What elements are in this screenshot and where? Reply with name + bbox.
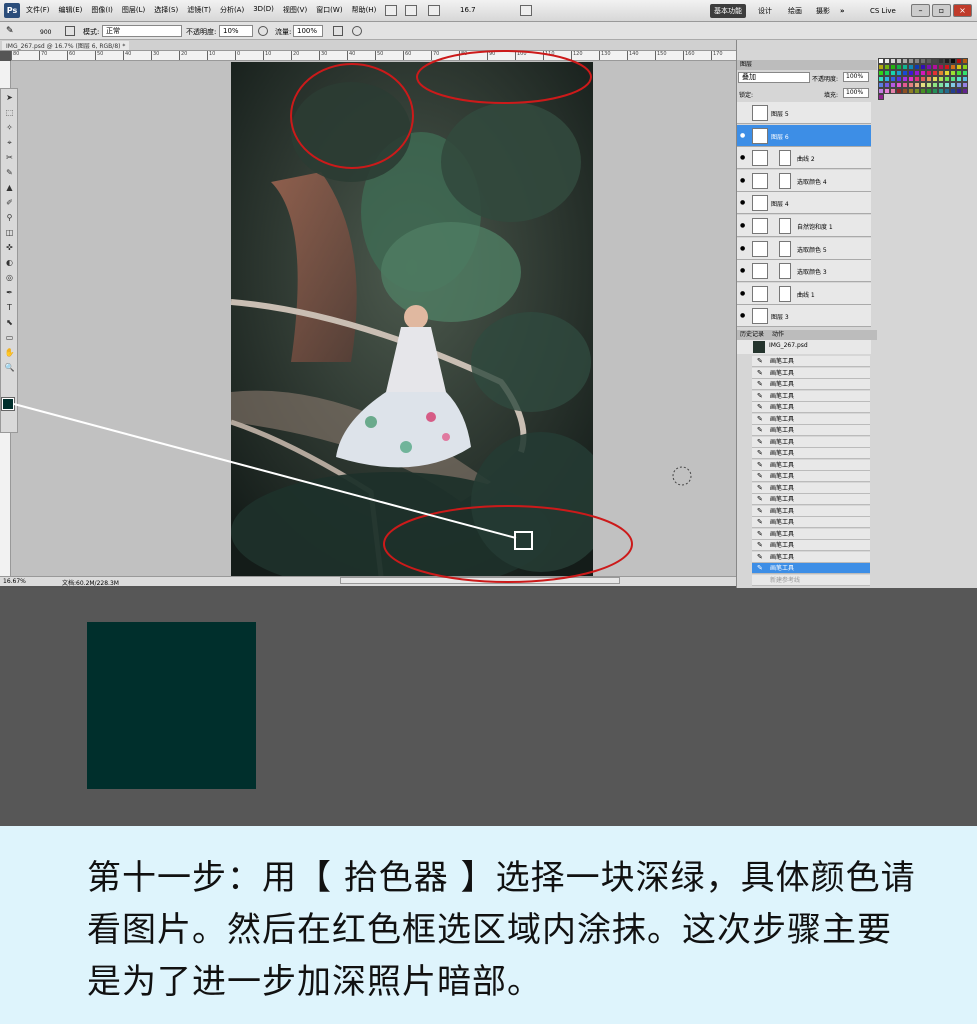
red-circle-top-right [416,50,592,104]
annotation-overlay [13,50,692,583]
sample-box [514,531,533,550]
pointer-line [13,403,517,539]
red-circle-top-left [290,63,414,169]
caption-text: 第十一步：用【 拾色器 】选择一块深绿，具体颜色请看图片。然后在红色框选区域内涂… [87,858,916,1002]
brush-cursor [672,466,692,486]
red-circle-bottom [383,505,633,583]
picked-color-swatch [87,622,256,789]
